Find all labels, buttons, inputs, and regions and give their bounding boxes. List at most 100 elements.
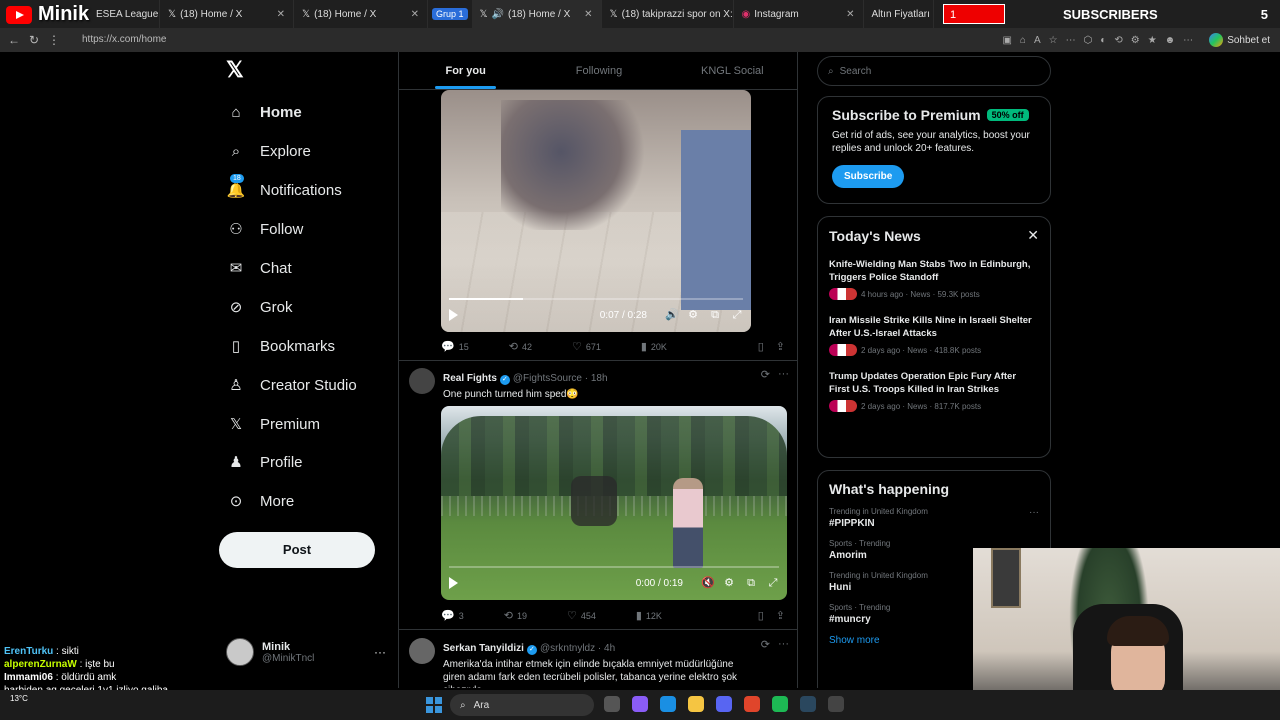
video-player[interactable]: 0:00 / 0:19 🔇 ⚙ ⧉ ⤢ xyxy=(441,406,787,600)
app-icon[interactable] xyxy=(632,696,648,712)
pip-icon[interactable]: ⧉ xyxy=(745,577,757,589)
video-time: 0:00 / 0:19 xyxy=(635,577,683,589)
steam-icon[interactable] xyxy=(800,696,816,712)
grok-icon[interactable]: ⟳ xyxy=(761,638,770,651)
discord-icon[interactable] xyxy=(716,696,732,712)
taskbar-search[interactable]: ⌕ Ara xyxy=(450,694,594,716)
views-button[interactable]: ▮ 12K xyxy=(636,609,662,622)
search-input[interactable]: ⌕ Search xyxy=(817,56,1051,86)
close-tab-icon[interactable]: ✕ xyxy=(578,9,592,20)
nav-explore[interactable]: ⌕ Explore xyxy=(226,141,311,161)
task-view-icon[interactable] xyxy=(604,696,620,712)
subscriber-count: 1 xyxy=(943,4,1005,24)
repost-button[interactable]: ⟲ 19 xyxy=(504,609,527,622)
play-icon[interactable] xyxy=(449,577,458,589)
muted-icon[interactable]: 🔇 xyxy=(701,577,715,589)
site-info-icon[interactable]: ⋮ xyxy=(44,33,64,47)
like-button[interactable]: ♡ 671 xyxy=(572,340,601,353)
post-author-handle[interactable]: @FightsSource xyxy=(513,373,582,384)
x-icon: 𝕏 xyxy=(229,416,243,433)
tab-following[interactable]: Following xyxy=(532,52,665,89)
pip-icon[interactable]: ⧉ xyxy=(709,309,721,321)
tab-group-label[interactable]: Grup 1 xyxy=(432,8,468,20)
close-icon[interactable]: ✕ xyxy=(1027,227,1039,244)
browser-tab[interactable]: 𝕏 (18) Home / X ✕ xyxy=(294,0,428,28)
nav-grok[interactable]: ⊘ Grok xyxy=(226,297,293,317)
share-icon[interactable]: ⇪ xyxy=(776,609,785,622)
settings-icon[interactable]: ⚙ xyxy=(723,577,735,589)
post-author-name[interactable]: Real Fights xyxy=(443,373,497,384)
more-dots-icon[interactable]: ··· xyxy=(778,638,789,651)
tab-kngl-social[interactable]: KNGL Social xyxy=(666,52,797,89)
x-logo-icon[interactable]: 𝕏 xyxy=(226,59,246,81)
reply-button[interactable]: 💬 3 xyxy=(441,609,464,622)
creator-icon: ♙ xyxy=(229,377,243,394)
repost-button[interactable]: ⟲ 42 xyxy=(509,340,532,353)
post-author-name[interactable]: Serkan Tanyildizi xyxy=(443,643,524,654)
nav-follow[interactable]: ⚇ Follow xyxy=(226,219,303,239)
more-dots-icon[interactable]: ··· xyxy=(1029,507,1039,518)
video-frame xyxy=(571,476,617,526)
browser-tab[interactable]: ESEA League -✕ xyxy=(88,0,160,28)
chat-button[interactable]: Sohbet et xyxy=(1209,33,1280,47)
app-icon[interactable] xyxy=(744,696,760,712)
spotify-icon[interactable] xyxy=(772,696,788,712)
avatar[interactable] xyxy=(409,638,435,664)
fullscreen-icon[interactable]: ⤢ xyxy=(767,577,779,589)
channel-name: Minik xyxy=(38,3,90,25)
windows-start-icon[interactable] xyxy=(426,697,442,713)
back-icon[interactable]: ← xyxy=(4,33,24,47)
views-button[interactable]: ▮ 20K xyxy=(641,340,667,353)
nav-premium[interactable]: 𝕏 Premium xyxy=(226,414,320,434)
mail-icon: ✉ xyxy=(229,260,243,277)
edge-icon[interactable] xyxy=(660,696,676,712)
browser-tab[interactable]: 𝕏 (18) Home / X ✕ xyxy=(160,0,294,28)
subscribe-button[interactable]: Subscribe xyxy=(832,165,905,188)
weather-widget[interactable]: 13°C xyxy=(10,694,28,703)
nav-profile[interactable]: ♟ Profile xyxy=(226,452,302,472)
nav-bookmarks[interactable]: ▯ Bookmarks xyxy=(226,336,335,356)
nav-notifications[interactable]: 🔔 18 Notifications xyxy=(226,174,342,200)
views-icon: ▮ xyxy=(635,610,642,622)
browser-tab[interactable]: Altın Fiyatları - xyxy=(864,0,934,28)
browser-tab-active[interactable]: 𝕏 🔊 (18) Home / X ✕ xyxy=(471,0,602,28)
nav-chat[interactable]: ✉ Chat xyxy=(226,258,292,278)
news-item[interactable]: Trump Updates Operation Epic Fury After … xyxy=(829,370,1039,412)
post-author-handle[interactable]: @srkntnyldz xyxy=(540,643,595,654)
video-player[interactable]: 0:07 / 0:28 🔊 ⚙ ⧉ ⤢ xyxy=(441,90,751,332)
volume-icon[interactable]: 🔊 xyxy=(665,309,679,321)
news-item[interactable]: Iran Missile Strike Kills Nine in Israel… xyxy=(829,314,1039,356)
toolbar-icons[interactable]: ▣⌂A☆⋯⬡◐⟲⚙★☻⋯ xyxy=(1002,35,1209,46)
fullscreen-icon[interactable]: ⤢ xyxy=(731,309,743,321)
nav-more[interactable]: ⊙ More xyxy=(226,491,294,511)
grok-icon[interactable]: ⟳ xyxy=(761,368,770,381)
like-button[interactable]: ♡ 454 xyxy=(567,609,596,622)
url-field[interactable]: https://x.com/home xyxy=(72,31,1002,49)
more-circle-icon: ⊙ xyxy=(229,493,243,510)
nav-creator-studio[interactable]: ♙ Creator Studio xyxy=(226,375,356,395)
play-icon[interactable] xyxy=(449,309,458,321)
share-icon[interactable]: ⇪ xyxy=(776,340,785,353)
tab-for-you[interactable]: For you xyxy=(399,52,532,89)
reply-button[interactable]: 💬 15 xyxy=(441,340,469,353)
reload-icon[interactable]: ↻ xyxy=(24,33,44,47)
close-tab-icon[interactable]: ✕ xyxy=(840,9,854,20)
close-tab-icon[interactable]: ✕ xyxy=(271,9,285,20)
news-item[interactable]: Knife-Wielding Man Stabs Two in Edinburg… xyxy=(829,258,1039,300)
app-icon[interactable] xyxy=(828,696,844,712)
verified-badge-icon: ✓ xyxy=(526,645,537,655)
post-button[interactable]: Post xyxy=(219,532,375,568)
bookmark-icon[interactable]: ▯ xyxy=(758,340,764,353)
youtube-logo-icon xyxy=(6,5,32,24)
more-dots-icon[interactable]: ··· xyxy=(778,368,789,381)
heart-icon: ♡ xyxy=(571,341,582,353)
nav-home[interactable]: ⌂ Home xyxy=(226,102,301,122)
file-explorer-icon[interactable] xyxy=(688,696,704,712)
browser-tab[interactable]: ◉ Instagram ✕ xyxy=(734,0,864,28)
avatar[interactable] xyxy=(409,368,435,394)
bookmark-icon[interactable]: ▯ xyxy=(758,609,764,622)
close-tab-icon[interactable]: ✕ xyxy=(405,9,419,20)
settings-icon[interactable]: ⚙ xyxy=(687,309,699,321)
trend-item[interactable]: Trending in United Kingdom #PIPPKIN ··· xyxy=(829,507,1039,529)
browser-tab[interactable]: 𝕏(18) takiprazzi spor on X: '✕ xyxy=(602,0,734,28)
